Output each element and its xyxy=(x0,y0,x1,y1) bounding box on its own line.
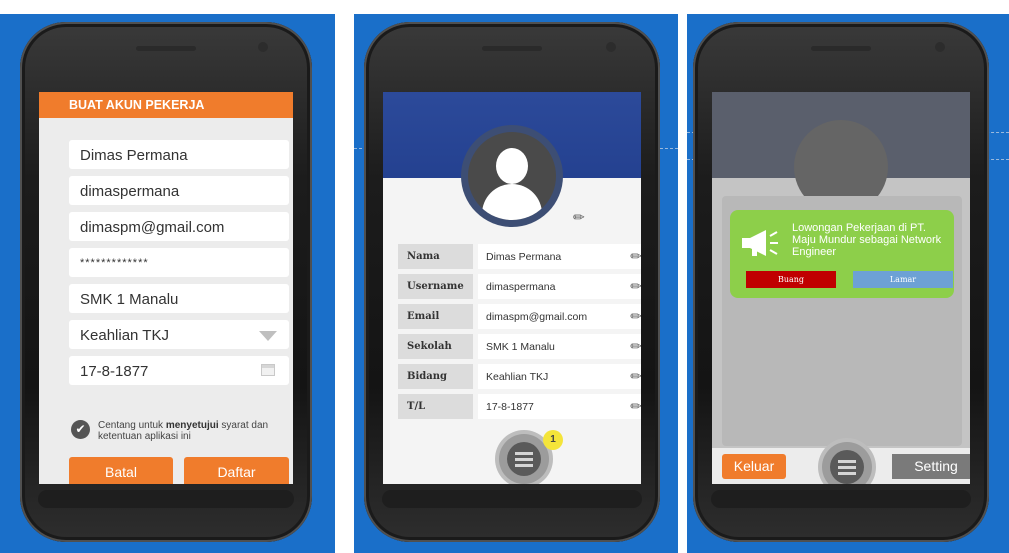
username-field[interactable]: dimaspermana xyxy=(69,176,289,205)
profile-value: Dimas Permana ✏ xyxy=(478,244,641,269)
bottom-bezel xyxy=(711,490,971,508)
edit-pencil-icon[interactable]: ✏ xyxy=(630,248,641,265)
dropdown-arrow-icon[interactable] xyxy=(259,331,277,341)
notification-screen: Lowongan Pekerjaan di PT. Maju Mundur se… xyxy=(712,92,970,484)
create-account-screen: BUAT AKUN PEKERJA Dimas Permana dimasper… xyxy=(39,92,293,484)
profile-row: Username dimaspermana ✏ xyxy=(398,274,641,299)
profile-value: 17-8-1877 ✏ xyxy=(478,394,641,419)
school-field[interactable]: SMK 1 Manalu xyxy=(69,284,289,313)
bottom-bezel xyxy=(38,490,294,508)
birth-date-value: 17-8-1877 xyxy=(80,363,149,380)
dismiss-button[interactable]: Buang xyxy=(746,271,836,288)
phone-frame: ✏ Nama Dimas Permana ✏ Username dimasperm… xyxy=(364,22,660,542)
notification-text: Lowongan Pekerjaan di PT. Maju Mundur se… xyxy=(792,222,942,258)
edit-pencil-icon[interactable]: ✏ xyxy=(630,278,641,295)
profile-label: T/L xyxy=(398,394,473,419)
notification-modal: Lowongan Pekerjaan di PT. Maju Mundur se… xyxy=(722,196,962,446)
calendar-icon[interactable] xyxy=(261,364,275,376)
email-field[interactable]: dimaspm@gmail.com xyxy=(69,212,289,241)
avatar[interactable] xyxy=(461,125,563,227)
speaker-grille xyxy=(482,46,542,51)
edit-pencil-icon[interactable]: ✏ xyxy=(630,368,641,385)
edit-pencil-icon[interactable]: ✏ xyxy=(630,398,641,415)
profile-label: Sekolah xyxy=(398,334,473,359)
speaker-grille xyxy=(811,46,871,51)
profile-label: Nama xyxy=(398,244,473,269)
notification-panel: Lowongan Pekerjaan di PT. Maju Mundur se… xyxy=(687,14,1009,553)
cancel-button[interactable]: Batal xyxy=(69,457,173,484)
apply-button[interactable]: Lamar xyxy=(853,271,953,288)
profile-value: dimaspm@gmail.com ✏ xyxy=(478,304,641,329)
profile-value-text: SMK 1 Manalu xyxy=(486,341,555,353)
page-title: BUAT AKUN PEKERJA xyxy=(39,92,293,118)
edit-pencil-icon[interactable]: ✏ xyxy=(630,308,641,325)
edit-pencil-icon[interactable]: ✏ xyxy=(573,209,585,226)
profile-value-text: Dimas Permana xyxy=(486,251,562,263)
profile-row: Nama Dimas Permana ✏ xyxy=(398,244,641,269)
speaker-grille xyxy=(136,46,196,51)
profile-screen: ✏ Nama Dimas Permana ✏ Username dimasperm… xyxy=(383,92,641,484)
terms-bold: menyetujui xyxy=(165,420,219,431)
field-of-study-value: Keahlian TKJ xyxy=(80,327,169,344)
password-field[interactable]: ************* xyxy=(69,248,289,277)
camera-icon xyxy=(606,42,616,52)
profile-value-text: 17-8-1877 xyxy=(486,401,534,413)
birth-date-field[interactable]: 17-8-1877 xyxy=(69,356,289,385)
menu-icon[interactable] xyxy=(822,442,872,484)
profile-panel: ✏ Nama Dimas Permana ✏ Username dimasperm… xyxy=(354,14,678,553)
profile-value: dimaspermana ✏ xyxy=(478,274,641,299)
notification-badge: 1 xyxy=(543,430,563,450)
edit-pencil-icon[interactable]: ✏ xyxy=(630,338,641,355)
profile-value-text: dimaspm@gmail.com xyxy=(486,311,588,323)
register-button[interactable]: Daftar xyxy=(184,457,289,484)
profile-value: SMK 1 Manalu ✏ xyxy=(478,334,641,359)
profile-row: Bidang Keahlian TKJ ✏ xyxy=(398,364,641,389)
profile-label: Username xyxy=(398,274,473,299)
phone-frame: Lowongan Pekerjaan di PT. Maju Mundur se… xyxy=(693,22,989,542)
profile-label: Email xyxy=(398,304,473,329)
camera-icon xyxy=(258,42,268,52)
terms-label: Centang untuk menyetujui syarat dan kete… xyxy=(98,420,288,442)
terms-prefix: Centang untuk xyxy=(98,420,166,431)
menu-icon[interactable] xyxy=(499,434,549,484)
camera-icon xyxy=(935,42,945,52)
profile-value-text: dimaspermana xyxy=(486,281,556,293)
logout-button[interactable]: Keluar xyxy=(722,454,786,479)
create-account-panel: BUAT AKUN PEKERJA Dimas Permana dimasper… xyxy=(0,14,335,553)
bottom-bezel xyxy=(382,490,642,508)
profile-value-text: Keahlian TKJ xyxy=(486,371,549,383)
profile-row: T/L 17-8-1877 ✏ xyxy=(398,394,641,419)
check-icon[interactable]: ✔ xyxy=(71,420,90,439)
name-field[interactable]: Dimas Permana xyxy=(69,140,289,169)
job-notification-card[interactable]: Lowongan Pekerjaan di PT. Maju Mundur se… xyxy=(730,210,954,298)
profile-row: Email dimaspm@gmail.com ✏ xyxy=(398,304,641,329)
settings-button[interactable]: Setting xyxy=(892,454,970,479)
phone-frame: BUAT AKUN PEKERJA Dimas Permana dimasper… xyxy=(20,22,312,542)
user-avatar-icon xyxy=(468,132,556,220)
profile-label: Bidang xyxy=(398,364,473,389)
profile-value: Keahlian TKJ ✏ xyxy=(478,364,641,389)
profile-row: Sekolah SMK 1 Manalu ✏ xyxy=(398,334,641,359)
field-of-study-select[interactable]: Keahlian TKJ xyxy=(69,320,289,349)
megaphone-icon xyxy=(742,230,778,256)
